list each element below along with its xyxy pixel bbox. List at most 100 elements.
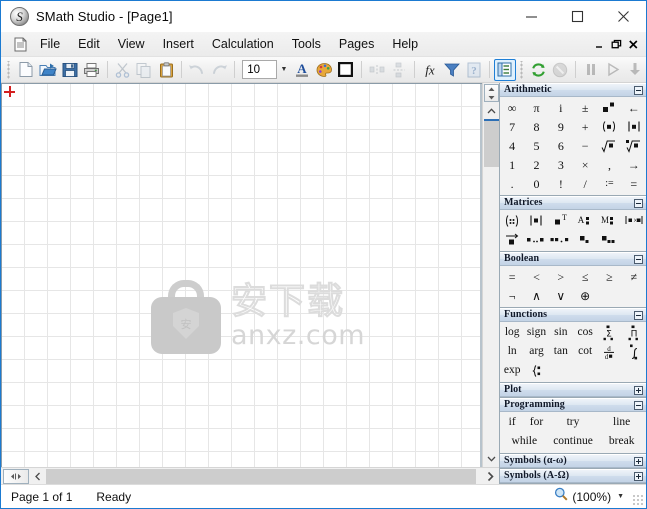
btn-cos[interactable]: cos — [573, 323, 597, 342]
btn-square-root[interactable] — [597, 136, 621, 155]
btn-transpose[interactable]: T — [549, 211, 573, 230]
btn-subscript-index[interactable] — [573, 230, 597, 249]
btn-matrix-create[interactable] — [500, 211, 524, 230]
vertical-scrollbar[interactable] — [482, 83, 499, 467]
scroll-up-arrow-icon[interactable] — [484, 102, 499, 119]
vertical-split-handle[interactable] — [483, 84, 499, 102]
border-button[interactable] — [335, 59, 357, 81]
collapse-icon[interactable] — [634, 310, 643, 320]
btn-1[interactable]: 1 — [500, 155, 524, 174]
btn-9[interactable]: 9 — [549, 117, 573, 136]
btn-matrix-column[interactable]: A — [573, 211, 597, 230]
mdi-close-button[interactable] — [625, 34, 642, 55]
btn-integral[interactable] — [622, 342, 646, 361]
btn-matrix-size[interactable]: × — [622, 211, 646, 230]
btn-nth-root[interactable] — [622, 136, 646, 155]
panel-header-boolean[interactable]: Boolean — [500, 252, 646, 266]
btn-summation[interactable]: Σ — [597, 323, 621, 342]
collapse-icon[interactable] — [634, 400, 643, 410]
btn-3[interactable]: 3 — [549, 155, 573, 174]
btn-cot[interactable]: cot — [573, 342, 597, 361]
menu-tools[interactable]: Tools — [283, 34, 330, 54]
step-button[interactable] — [624, 59, 646, 81]
btn-power[interactable] — [597, 98, 621, 117]
align-vertical-button[interactable] — [388, 59, 410, 81]
font-color-button[interactable]: A — [291, 59, 313, 81]
btn-double-subscript[interactable] — [597, 230, 621, 249]
btn-line[interactable]: line — [597, 413, 646, 432]
btn-piecewise[interactable] — [524, 361, 548, 380]
btn-arg[interactable]: arg — [524, 342, 548, 361]
btn-break[interactable]: break — [597, 432, 646, 451]
btn-divide[interactable]: / — [573, 174, 597, 193]
close-button[interactable] — [600, 1, 646, 32]
btn-for[interactable]: for — [524, 413, 548, 432]
scroll-left-arrow-icon[interactable] — [29, 469, 46, 484]
btn-0[interactable]: 0 — [524, 174, 548, 193]
scroll-right-arrow-icon[interactable] — [482, 469, 499, 484]
btn-plus-minus[interactable]: ± — [573, 98, 597, 117]
menu-file[interactable]: File — [31, 34, 69, 54]
vertical-scroll-track[interactable] — [483, 119, 499, 450]
btn-logical-not[interactable]: ¬ — [500, 286, 524, 305]
btn-pi[interactable]: π — [524, 98, 548, 117]
background-color-button[interactable] — [313, 59, 335, 81]
toolbar-grip-2[interactable] — [518, 60, 525, 79]
btn-assign[interactable]: := — [597, 174, 621, 193]
panel-header-plot[interactable]: Plot — [500, 383, 646, 397]
menu-help[interactable]: Help — [383, 34, 427, 54]
expand-icon[interactable] — [634, 471, 643, 481]
collapse-icon[interactable] — [634, 198, 643, 208]
zoom-control[interactable]: (100%) ▼ — [554, 487, 624, 506]
horizontal-scrollbar[interactable] — [1, 467, 499, 484]
side-panel-toggle-button[interactable] — [493, 58, 516, 81]
btn-minus[interactable]: − — [573, 136, 597, 155]
font-size-dropdown-arrow[interactable]: ▼ — [277, 60, 291, 79]
btn-logical-and[interactable]: ∧ — [524, 286, 548, 305]
copy-button[interactable] — [134, 59, 156, 81]
btn-sin[interactable]: sin — [549, 323, 573, 342]
btn-while[interactable]: while — [500, 432, 549, 451]
menu-insert[interactable]: Insert — [154, 34, 203, 54]
btn-5[interactable]: 5 — [524, 136, 548, 155]
horizontal-split-handle[interactable] — [3, 468, 29, 484]
btn-parentheses[interactable] — [597, 117, 621, 136]
btn-try[interactable]: try — [549, 413, 598, 432]
btn-4[interactable]: 4 — [500, 136, 524, 155]
btn-backspace-arrow[interactable]: ← — [622, 98, 646, 117]
btn-if[interactable]: if — [500, 413, 524, 432]
stop-button[interactable] — [549, 59, 571, 81]
collapse-icon[interactable] — [634, 254, 643, 264]
chevron-down-icon[interactable]: ▼ — [617, 493, 624, 500]
menu-pages[interactable]: Pages — [330, 34, 383, 54]
btn-equals[interactable]: = — [622, 174, 646, 193]
horizontal-scroll-track[interactable] — [46, 468, 482, 484]
btn-range-three[interactable] — [549, 230, 573, 249]
btn-not-equal[interactable]: ≠ — [622, 267, 646, 286]
panel-header-functions[interactable]: Functions — [500, 308, 646, 322]
btn-7[interactable]: 7 — [500, 117, 524, 136]
btn-vector[interactable] — [500, 230, 524, 249]
btn-2[interactable]: 2 — [524, 155, 548, 174]
cut-button[interactable] — [112, 59, 134, 81]
panel-header-symbols-upper[interactable]: Symbols (Α-Ω) — [500, 469, 646, 483]
btn-8[interactable]: 8 — [524, 117, 548, 136]
pause-button[interactable] — [580, 59, 602, 81]
btn-imaginary-unit[interactable]: i — [549, 98, 573, 117]
panel-header-matrices[interactable]: Matrices — [500, 196, 646, 210]
btn-factorial[interactable]: ! — [549, 174, 573, 193]
btn-infinity[interactable]: ∞ — [500, 98, 524, 117]
menu-view[interactable]: View — [109, 34, 154, 54]
vertical-scroll-thumb[interactable] — [483, 119, 499, 167]
new-document-button[interactable] — [15, 59, 37, 81]
btn-determinant[interactable] — [524, 211, 548, 230]
btn-logical-xor[interactable]: ⊕ — [573, 286, 597, 305]
btn-less-equal[interactable]: ≤ — [573, 267, 597, 286]
menu-calculation[interactable]: Calculation — [203, 34, 283, 54]
btn-greater-than[interactable]: > — [549, 267, 573, 286]
toolbar-grip[interactable] — [6, 60, 12, 79]
panel-header-arithmetic[interactable]: Arithmetic — [500, 83, 646, 97]
menu-edit[interactable]: Edit — [69, 34, 109, 54]
redo-button[interactable] — [208, 59, 230, 81]
undo-button[interactable] — [186, 59, 208, 81]
